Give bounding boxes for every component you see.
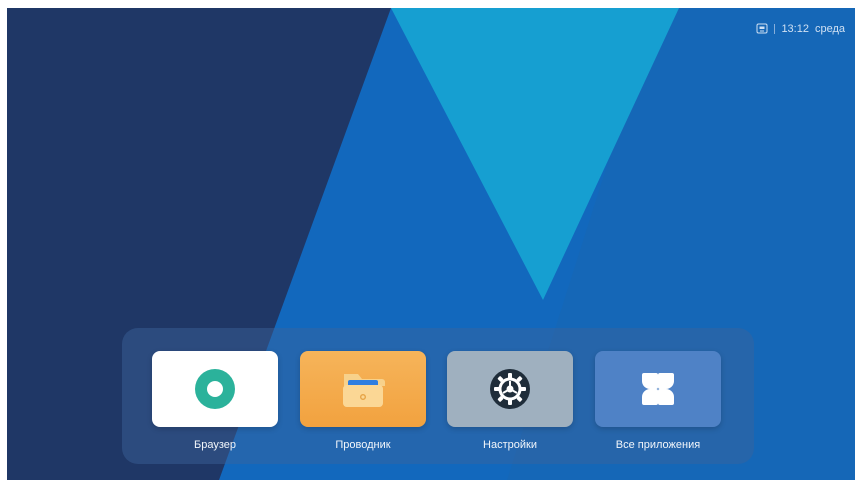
browser-app-label: Браузер: [194, 439, 236, 451]
all-apps-tile[interactable]: [595, 351, 721, 427]
folder-icon: [343, 374, 385, 407]
clock-day: среда: [814, 23, 845, 35]
browser-icon: [195, 369, 235, 409]
status-bar: 13:12 среда: [756, 21, 845, 37]
browser-app-tile[interactable]: [152, 351, 278, 427]
clock-time: 13:12: [781, 23, 809, 35]
file-explorer-app-label: Проводник: [335, 439, 391, 451]
app-dock: Браузер Проводник Настройки Все приложен…: [122, 328, 754, 464]
all-apps-icon: [642, 373, 674, 405]
home-screen: 13:12 среда Браузер Проводник Настройки …: [7, 8, 855, 480]
file-explorer-app-tile[interactable]: [300, 351, 426, 427]
screen-cast-icon[interactable]: [756, 23, 768, 35]
status-divider: [774, 24, 776, 34]
settings-app-label: Настройки: [483, 439, 537, 451]
all-apps-label: Все приложения: [615, 439, 701, 451]
settings-app-tile[interactable]: [447, 351, 573, 427]
gear-icon: [490, 369, 530, 409]
